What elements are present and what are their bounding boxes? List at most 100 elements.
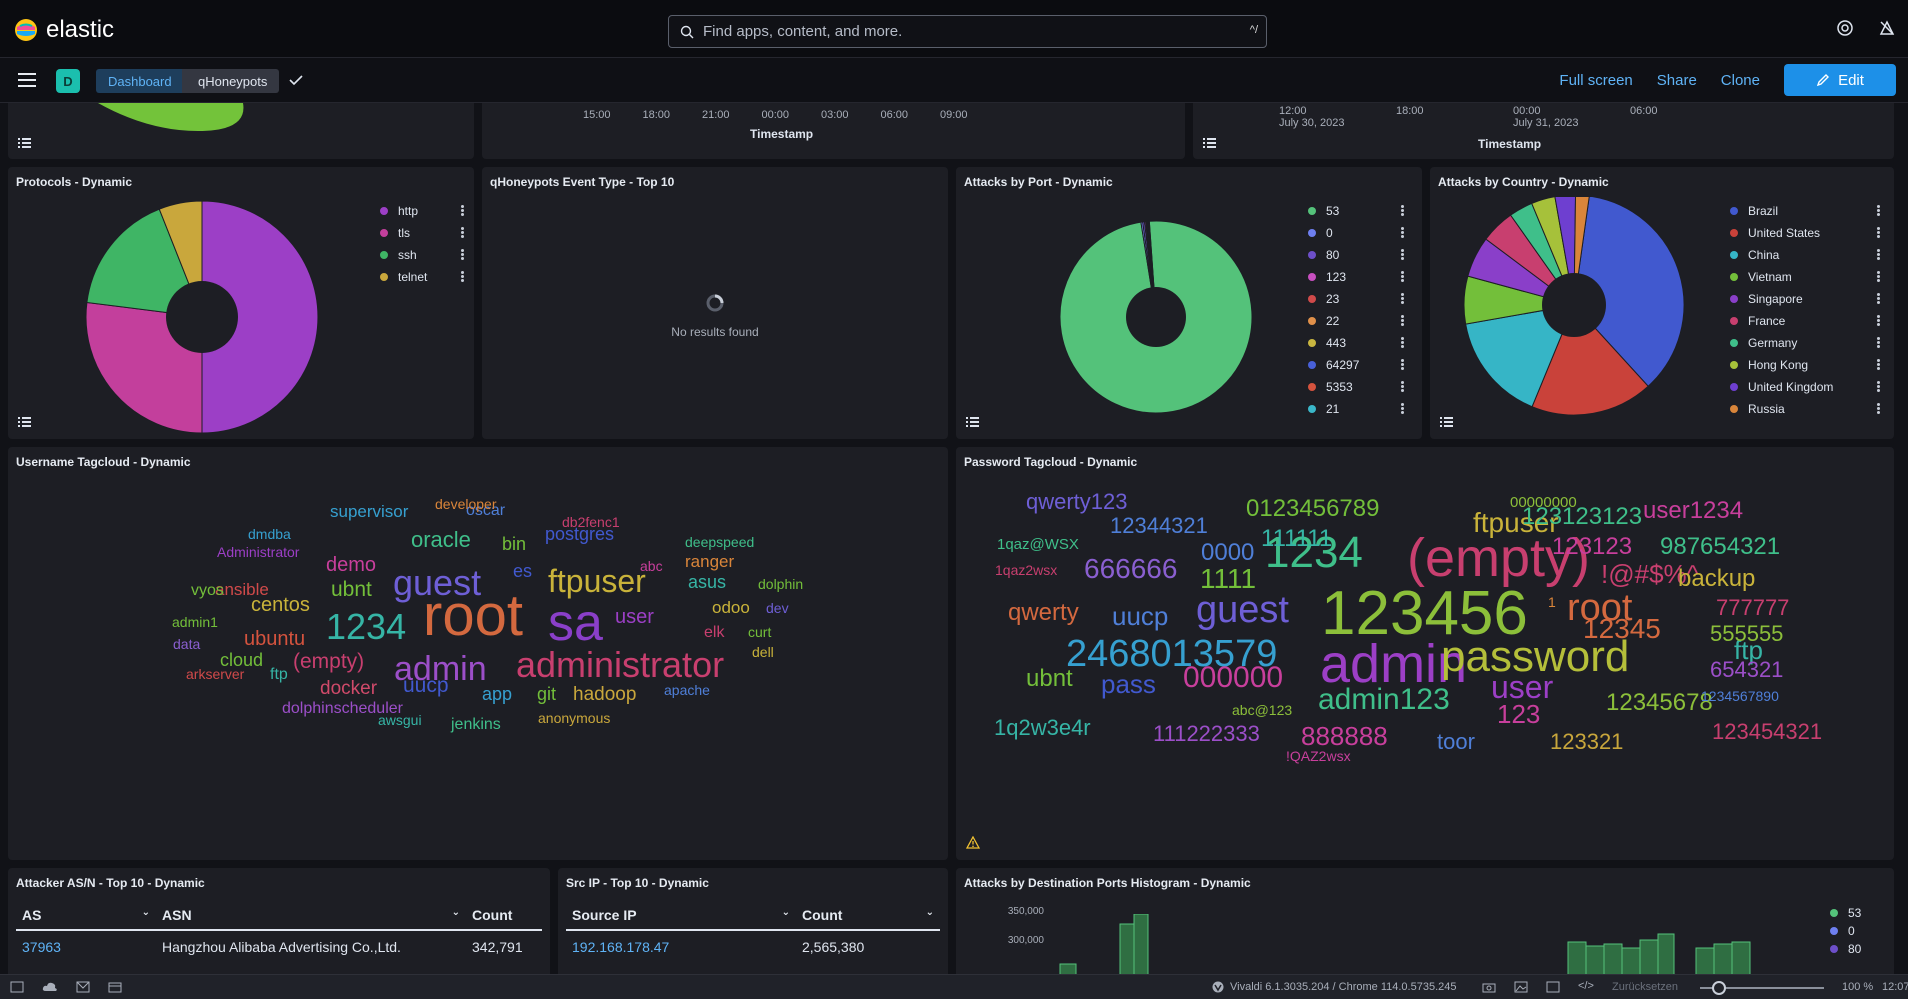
tag-word[interactable]: abc [640, 559, 663, 573]
legend-item[interactable]: 80 [1830, 940, 1890, 958]
legend-item[interactable]: 0 [1830, 922, 1890, 940]
tag-word[interactable]: ubnt [331, 579, 372, 600]
full-screen-button[interactable]: Full screen [1559, 72, 1632, 89]
zoom-slider-handle[interactable] [1712, 981, 1726, 995]
legend-options-icon[interactable] [1401, 337, 1404, 348]
tag-word[interactable]: data [173, 637, 200, 651]
legend-item[interactable]: France [1730, 310, 1880, 332]
source-ip-link[interactable]: 192.168.178.47 [566, 930, 796, 962]
tag-word[interactable]: abc@123 [1232, 703, 1292, 717]
menu-icon[interactable] [18, 73, 36, 87]
tag-word[interactable]: pass [1101, 671, 1156, 697]
column-header-source-ip[interactable]: Source IP ⌄ [566, 900, 796, 931]
legend-item[interactable]: 123 [1308, 266, 1404, 288]
clone-button[interactable]: Clone [1721, 72, 1760, 89]
legend-options-icon[interactable] [1877, 337, 1880, 348]
tag-word[interactable]: 555555 [1710, 623, 1783, 645]
column-header-count[interactable]: Count ⌄ [796, 900, 940, 931]
legend-options-icon[interactable] [1401, 359, 1404, 370]
as-link[interactable]: 37963 [16, 930, 156, 962]
tag-word[interactable]: user1234 [1643, 499, 1743, 523]
legend-options-icon[interactable] [1401, 315, 1404, 326]
tag-word[interactable]: developer [435, 497, 497, 511]
column-header-asn[interactable]: ASN ⌄ [156, 900, 466, 931]
legend-options-icon[interactable] [461, 271, 464, 282]
legend-item[interactable]: telnet [380, 266, 464, 288]
tag-word[interactable]: 123 [1497, 701, 1540, 727]
legend-item[interactable]: Vietnam [1730, 266, 1880, 288]
legend-item[interactable]: http [380, 200, 464, 222]
legend-options-icon[interactable] [1877, 271, 1880, 282]
tag-word[interactable]: ubnt [1026, 667, 1073, 691]
legend-options-icon[interactable] [1877, 227, 1880, 238]
tag-word[interactable]: dev [766, 601, 789, 615]
legend-item[interactable]: 23 [1308, 288, 1404, 310]
tag-word[interactable]: demo [326, 555, 376, 575]
panel-toggle-icon[interactable] [10, 981, 24, 993]
legend-toggle-icon[interactable] [18, 138, 31, 149]
tag-word[interactable]: 1234 [326, 609, 406, 645]
camera-icon[interactable] [1482, 981, 1496, 993]
mail-icon[interactable] [76, 981, 90, 993]
legend-options-icon[interactable] [1877, 403, 1880, 414]
legend-options-icon[interactable] [461, 249, 464, 260]
tag-word[interactable]: 666666 [1084, 555, 1177, 583]
tag-word[interactable]: Administrator [217, 545, 299, 559]
tag-word[interactable]: 987654321 [1660, 535, 1780, 559]
tag-word[interactable]: 123123 [1552, 535, 1632, 559]
tag-word[interactable]: oracle [411, 529, 471, 551]
elastic-logo[interactable]: elastic [14, 16, 114, 44]
tag-word[interactable]: 0000 [1201, 541, 1254, 565]
tag-word[interactable]: 1q2w3e4r [994, 717, 1091, 739]
legend-options-icon[interactable] [1401, 293, 1404, 304]
code-icon[interactable]: </> [1578, 980, 1594, 992]
tag-word[interactable]: 1qaz2wsx [995, 563, 1057, 577]
tag-word[interactable]: db2fenc1 [562, 515, 620, 529]
tag-word[interactable]: 00000000 [1510, 495, 1577, 510]
tag-word[interactable]: dolphin [758, 577, 803, 591]
tag-word[interactable]: docker [320, 679, 377, 698]
tag-word[interactable]: 1qaz@WSX [997, 537, 1079, 552]
column-header-as[interactable]: AS ⌄ [16, 900, 156, 931]
check-icon[interactable] [288, 72, 304, 88]
tag-word[interactable]: (empty) [293, 651, 364, 672]
legend-item[interactable]: 0 [1308, 222, 1404, 244]
tag-word[interactable]: ftp [270, 667, 288, 683]
tag-word[interactable]: uucp [403, 675, 449, 696]
tag-word[interactable]: 12345 [1583, 615, 1661, 643]
legend-options-icon[interactable] [1401, 403, 1404, 414]
tag-word[interactable]: awsgui [378, 713, 422, 727]
tag-word[interactable]: odoo [712, 599, 750, 616]
legend-options-icon[interactable] [461, 227, 464, 238]
tag-word[interactable]: app [482, 685, 512, 703]
tag-word[interactable]: bin [502, 535, 526, 553]
help-icon[interactable] [1836, 19, 1854, 37]
tag-word[interactable]: guest [393, 565, 481, 601]
legend-toggle-icon[interactable] [1203, 138, 1216, 149]
cloud-icon[interactable] [42, 981, 58, 993]
legend-toggle-icon[interactable] [1440, 417, 1453, 428]
tag-word[interactable]: 123454321 [1712, 721, 1822, 743]
legend-options-icon[interactable] [1401, 227, 1404, 238]
tag-word[interactable]: uucp [1112, 603, 1168, 629]
tag-word[interactable]: supervisor [330, 503, 408, 520]
legend-item[interactable]: 53 [1830, 904, 1890, 922]
legend-item[interactable]: Germany [1730, 332, 1880, 354]
tag-word[interactable]: elk [704, 625, 724, 641]
legend-options-icon[interactable] [1877, 315, 1880, 326]
tag-word[interactable]: asus [688, 573, 726, 591]
tag-word[interactable]: 111222333 [1153, 723, 1260, 745]
legend-item[interactable]: 22 [1308, 310, 1404, 332]
tag-word[interactable]: arkserver [186, 667, 244, 681]
tag-word[interactable]: ubuntu [244, 629, 305, 649]
tag-word[interactable]: anonymous [538, 711, 610, 725]
legend-options-icon[interactable] [1401, 205, 1404, 216]
tag-word[interactable]: 12345678 [1606, 691, 1713, 715]
tag-word[interactable]: sa [548, 597, 603, 649]
legend-options-icon[interactable] [1877, 381, 1880, 392]
tag-word[interactable]: 1 [1548, 595, 1556, 609]
legend-item[interactable]: 21 [1308, 398, 1404, 420]
share-button[interactable]: Share [1657, 72, 1697, 89]
legend-item[interactable]: 64297 [1308, 354, 1404, 376]
tag-word[interactable]: guest [1196, 591, 1289, 629]
